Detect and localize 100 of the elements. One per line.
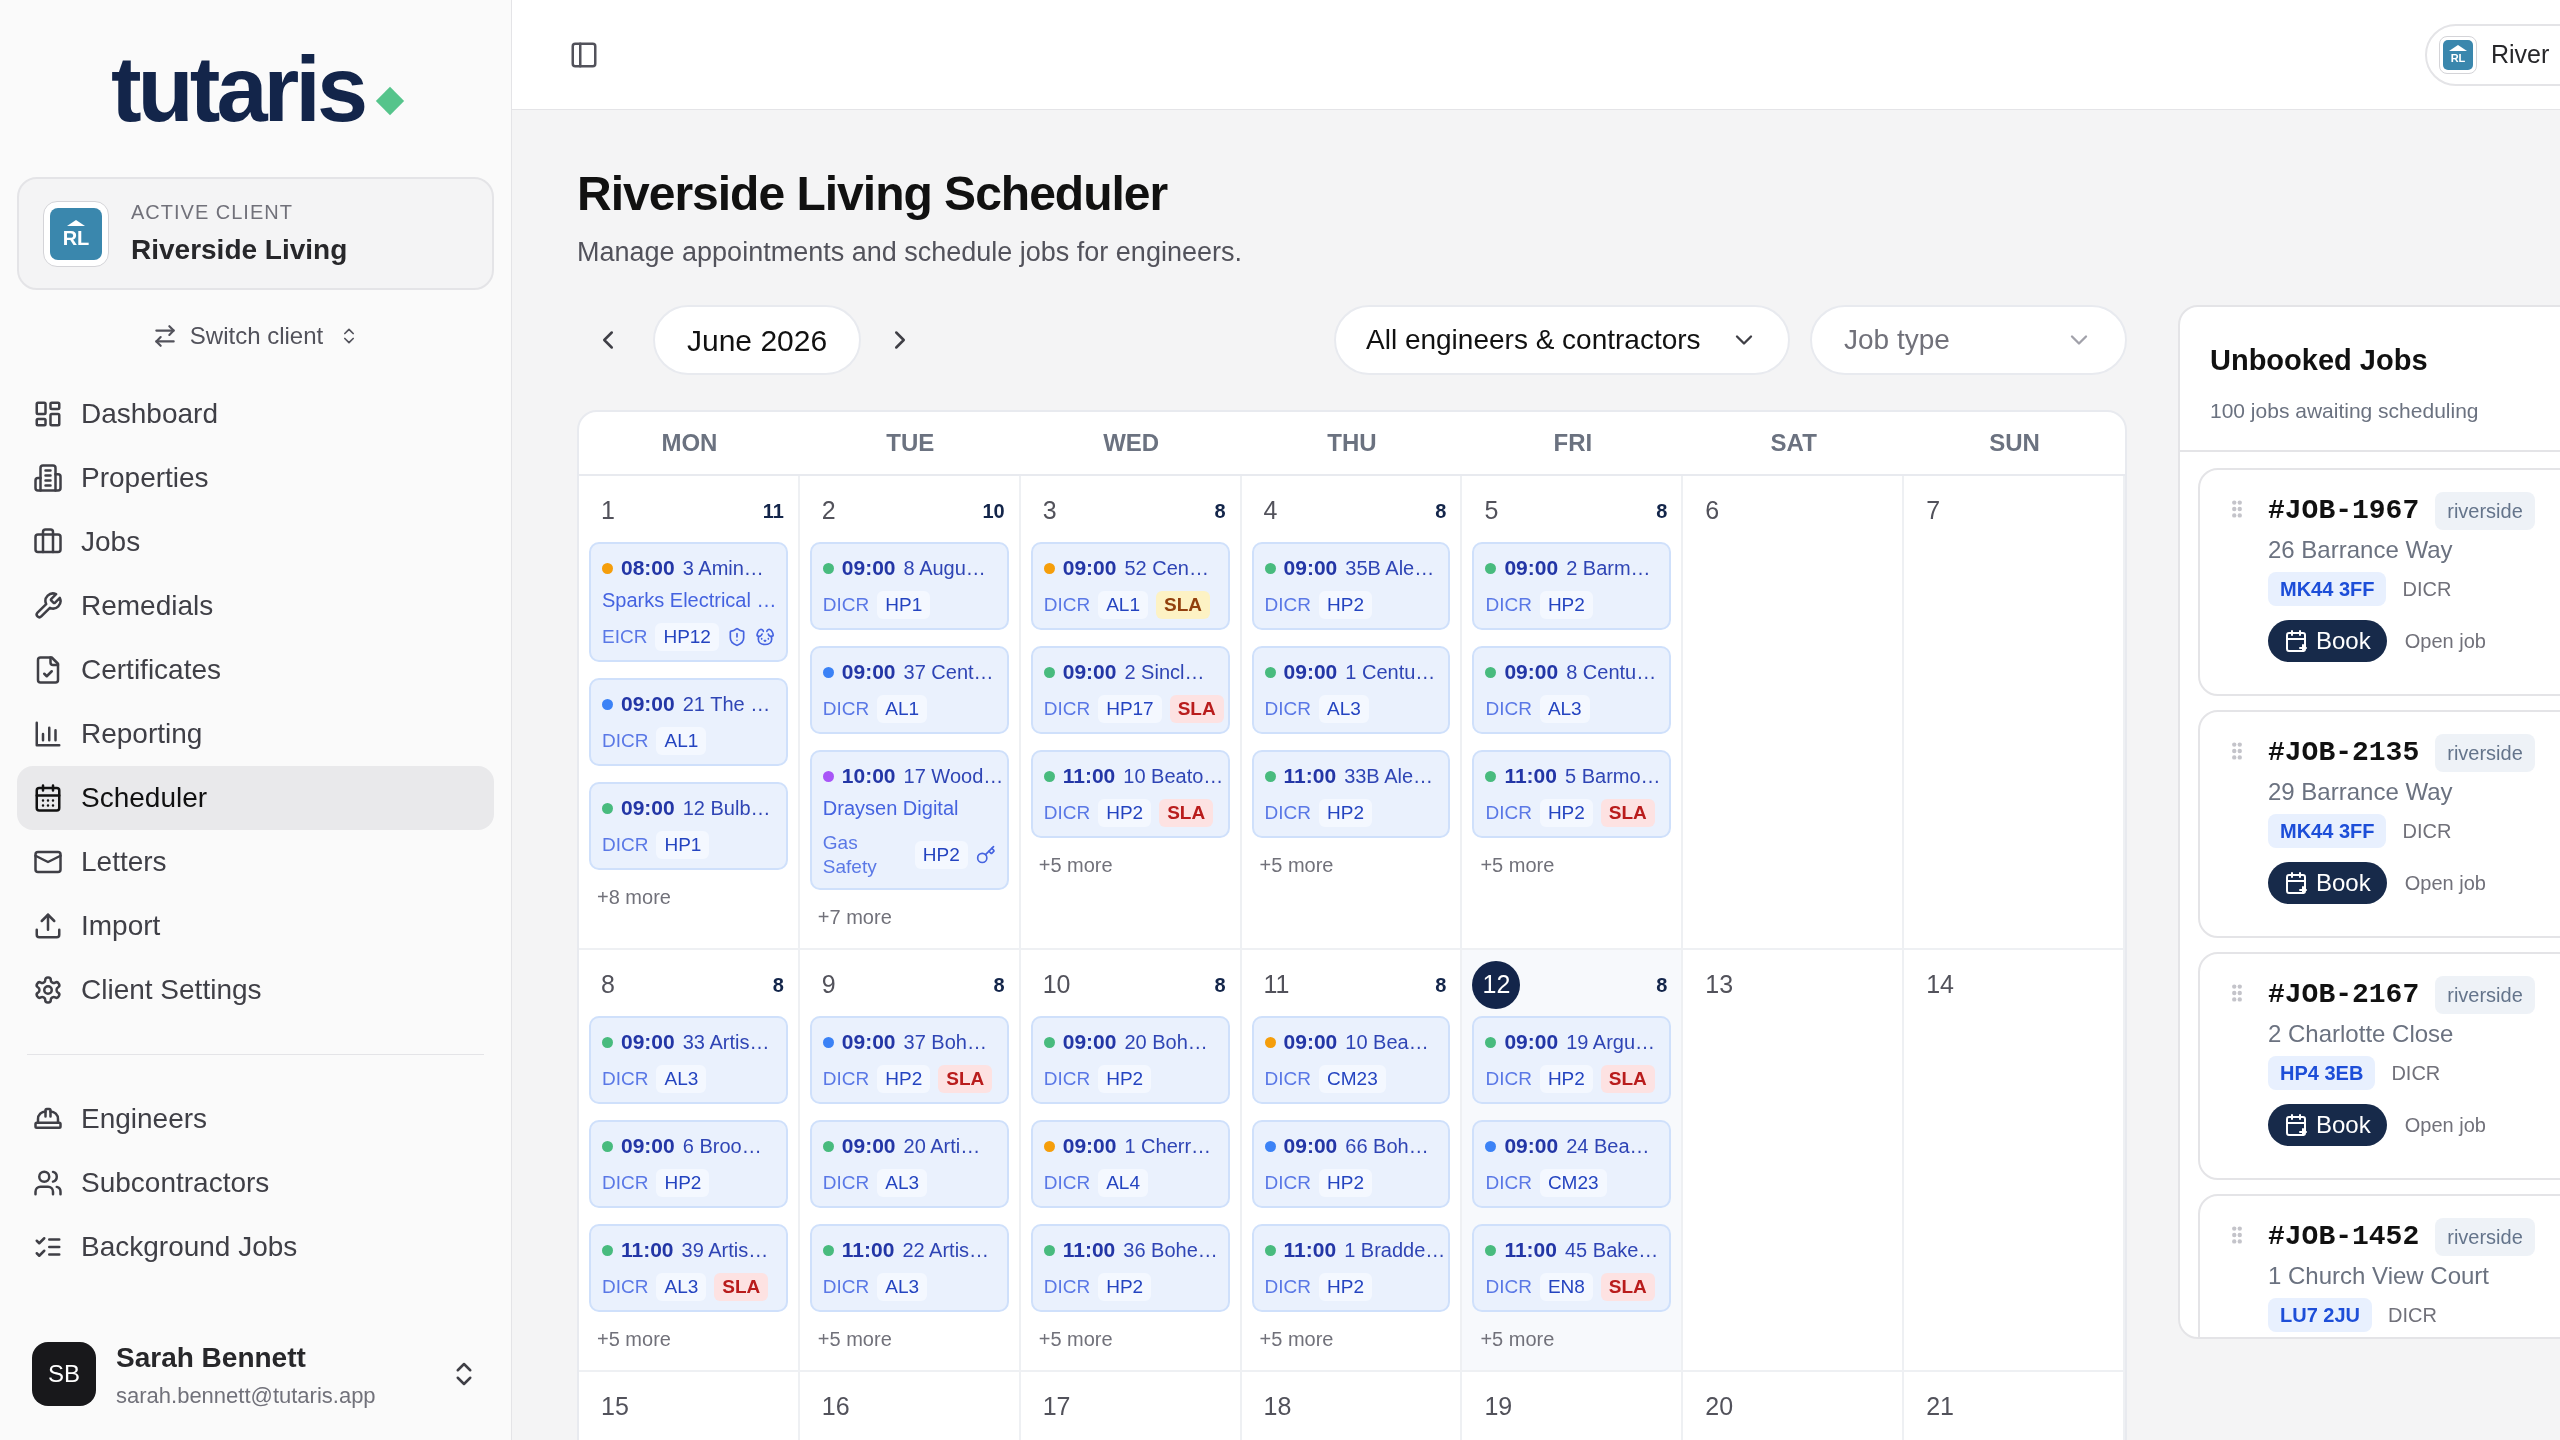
more-link[interactable]: +8 more: [589, 882, 671, 912]
nav-item[interactable]: Client Settings: [17, 958, 494, 1022]
area-tag: HP2: [1539, 799, 1593, 827]
job-type-label: DICR: [1043, 1067, 1091, 1091]
appointment-card[interactable]: 09:00 8 Centu… DICR AL3: [1472, 646, 1672, 734]
job-address: 29 Barrance Way: [2268, 777, 2454, 807]
job-type-label: DICR: [602, 729, 649, 753]
nav-item[interactable]: Dashboard: [17, 382, 494, 446]
wrench-icon: [33, 591, 63, 621]
client-switcher[interactable]: RL River: [2425, 23, 2560, 86]
appointment-card[interactable]: 11:00 36 Bohe… DICR HP2: [1030, 1224, 1230, 1312]
appointment-card[interactable]: 11:00 39 Artis… DICR AL3 SLA: [589, 1224, 788, 1312]
sla-badge: SLA: [1600, 1065, 1655, 1093]
job-type-label: DICR: [1043, 801, 1091, 825]
appointment-time: 09:00: [841, 1133, 896, 1160]
appointment-card[interactable]: 09:00 19 Argu… DICR HP2 SLA: [1472, 1016, 1672, 1104]
more-link[interactable]: +5 more: [589, 1324, 671, 1354]
appointment-address: 6 Broo…: [682, 1134, 762, 1159]
nav-item[interactable]: Reporting: [17, 702, 494, 766]
weekday-label: SAT: [1770, 428, 1817, 458]
job-type-label: DICR: [822, 1275, 870, 1299]
area-tag: AL3: [1539, 695, 1590, 723]
area-tag: CM23: [1539, 1169, 1607, 1197]
open-job-link[interactable]: Open job: [2404, 1110, 2486, 1140]
more-link[interactable]: +5 more: [1472, 1324, 1555, 1354]
book-button[interactable]: Book: [2268, 1104, 2387, 1146]
more-link[interactable]: +5 more: [1030, 850, 1113, 880]
nav-item[interactable]: Scheduler: [17, 766, 494, 830]
appointment-card[interactable]: 09:00 20 Boh… DICR HP2: [1030, 1016, 1230, 1104]
area-tag: HP2: [1098, 1065, 1152, 1093]
more-link[interactable]: +5 more: [1251, 850, 1334, 880]
appointment-card[interactable]: 09:00 37 Cent… DICR AL1: [809, 646, 1009, 734]
user-avatar: SB: [32, 1342, 96, 1406]
nav-item[interactable]: Remedials: [17, 574, 494, 638]
more-link[interactable]: +5 more: [1251, 1324, 1334, 1354]
nav-item[interactable]: Certificates: [17, 638, 494, 702]
more-link[interactable]: +5 more: [1030, 1324, 1113, 1354]
appointment-card[interactable]: 11:00 33B Ale… DICR HP2: [1251, 750, 1451, 838]
open-job-link[interactable]: Open job: [2404, 626, 2486, 656]
appointment-card[interactable]: 09:00 52 Cen… DICR AL1 SLA: [1030, 542, 1230, 630]
day-number: 4: [1262, 495, 1278, 527]
nav-item[interactable]: Letters: [17, 830, 494, 894]
appointment-card[interactable]: 09:00 35B Ale… DICR HP2: [1251, 542, 1451, 630]
sla-badge: SLA: [938, 1065, 993, 1093]
nav-item[interactable]: Import: [17, 894, 494, 958]
appointment-card[interactable]: 11:00 45 Bake… DICR EN8 SLA: [1472, 1224, 1672, 1312]
sla-badge: SLA: [714, 1273, 769, 1301]
appointment-time: 09:00: [1062, 659, 1117, 686]
job-count: 8: [1656, 973, 1669, 998]
active-client-card[interactable]: RL ACTIVE CLIENT Riverside Living: [17, 177, 494, 290]
appointment-card[interactable]: 11:00 10 Beato… DICR HP2 SLA: [1030, 750, 1230, 838]
switch-client-button[interactable]: Switch client: [151, 318, 360, 354]
month-button[interactable]: June 2026: [653, 305, 862, 375]
job-count: 8: [1435, 499, 1448, 524]
sla-badge: SLA: [1169, 695, 1224, 723]
job-count: 8: [772, 973, 785, 998]
appointment-card[interactable]: 10:00 17 Wood… Draysen Digital Gas Safety HP2: [809, 750, 1009, 890]
nav-item[interactable]: Properties: [17, 446, 494, 510]
client-avatar: RL: [2439, 35, 2477, 74]
appointment-card[interactable]: 09:00 33 Artis… DICR AL3: [589, 1016, 788, 1104]
appointment-time: 09:00: [621, 1029, 675, 1056]
appointment-card[interactable]: 09:00 20 Arti… DICR AL3: [809, 1120, 1009, 1208]
area-tag: AL3: [877, 1273, 928, 1301]
more-link[interactable]: +5 more: [809, 1324, 892, 1354]
nav-item[interactable]: Subcontractors: [17, 1151, 494, 1215]
appointment-card[interactable]: 09:00 2 Sincl… DICR HP17 SLA: [1030, 646, 1230, 734]
appointment-card[interactable]: 09:00 24 Bea… DICR CM23: [1472, 1120, 1672, 1208]
appointment-address: 17 Wood…: [903, 764, 1004, 789]
appointment-card[interactable]: 09:00 8 Augu… DICR HP1: [809, 542, 1009, 630]
client-avatar: RL: [43, 200, 109, 267]
book-button[interactable]: Book: [2268, 862, 2387, 904]
nav-item[interactable]: Background Jobs: [17, 1215, 494, 1279]
more-link[interactable]: +5 more: [1472, 850, 1555, 880]
weekday-label: FRI: [1553, 428, 1593, 458]
more-link[interactable]: +7 more: [809, 902, 892, 932]
appointment-card[interactable]: 09:00 6 Broo… DICR HP2: [589, 1120, 788, 1208]
appointment-time: 09:00: [1504, 1029, 1559, 1056]
appointment-card[interactable]: 11:00 22 Artis… DICR AL3: [809, 1224, 1009, 1312]
engineer-filter-dropdown[interactable]: All engineers & contractors: [1334, 305, 1790, 375]
appointment-card[interactable]: 09:00 10 Bea… DICR CM23: [1251, 1016, 1451, 1104]
day-number: 12: [1472, 961, 1521, 1009]
nav-item[interactable]: Engineers: [17, 1087, 494, 1151]
job-type-label: DICR: [1264, 1275, 1311, 1299]
job-type-dropdown[interactable]: Job type: [1810, 305, 2127, 375]
book-button[interactable]: Book: [2268, 620, 2387, 662]
appointment-card[interactable]: 09:00 2 Barm… DICR HP2: [1472, 542, 1672, 630]
appointment-card[interactable]: 09:00 21 The … DICR AL1: [589, 678, 788, 766]
appointment-card[interactable]: 08:00 3 Amin… Sparks Electrical … EICR HP12: [589, 542, 788, 662]
open-job-link[interactable]: Open job: [2404, 868, 2486, 898]
appointment-card[interactable]: 09:00 37 Boh… DICR HP2 SLA: [809, 1016, 1009, 1104]
appointment-time: 09:00: [1283, 1029, 1338, 1056]
appointment-card[interactable]: 09:00 12 Bulb… DICR HP1: [589, 782, 788, 870]
appointment-card[interactable]: 09:00 66 Boh… DICR HP2: [1251, 1120, 1451, 1208]
client-tag: riverside: [2435, 492, 2535, 530]
appointment-card[interactable]: 09:00 1 Cherr… DICR AL4: [1030, 1120, 1230, 1208]
appointment-card[interactable]: 09:00 1 Centu… DICR AL3: [1251, 646, 1451, 734]
user-email: sarah.bennett@tutaris.app: [116, 1381, 376, 1410]
appointment-card[interactable]: 11:00 5 Barmo… DICR HP2 SLA: [1472, 750, 1672, 838]
nav-item[interactable]: Jobs: [17, 510, 494, 574]
appointment-card[interactable]: 11:00 1 Bradde… DICR HP2: [1251, 1224, 1451, 1312]
